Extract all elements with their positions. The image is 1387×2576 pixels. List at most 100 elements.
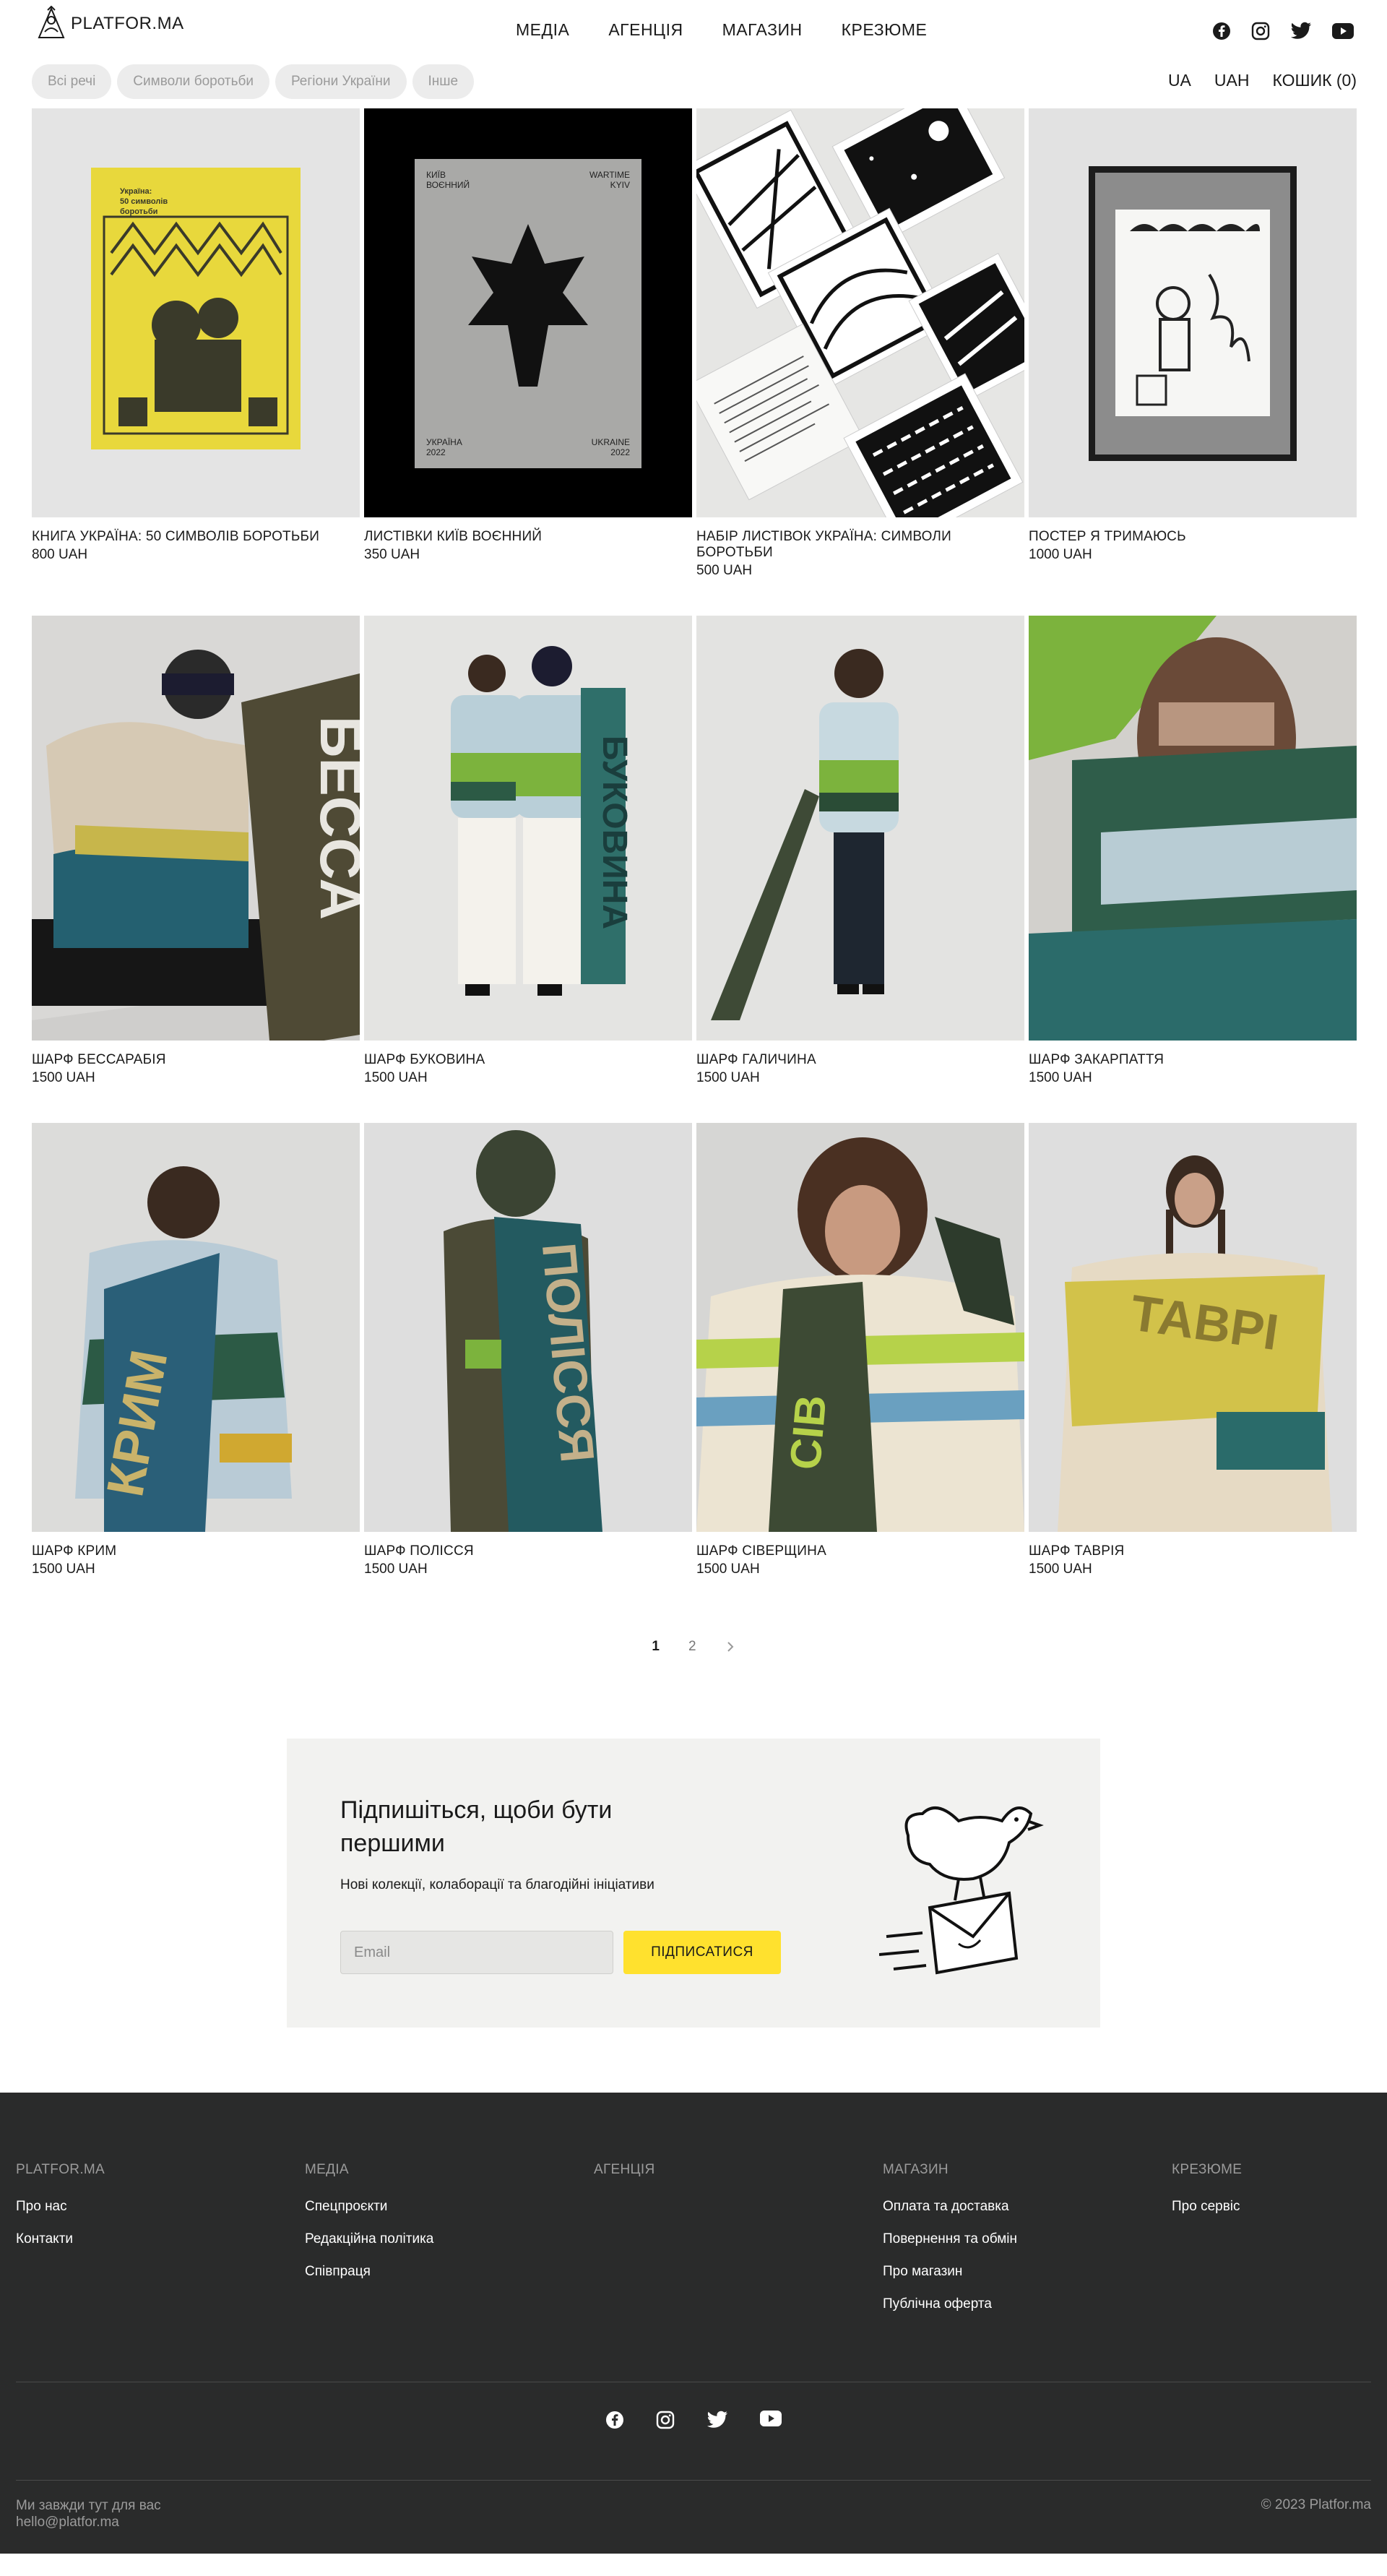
product-image-postcards-kyiv[interactable]: КИЇВ ВОЄННИЙ WARTIME KYIV УКРАЇНА 2022 U… — [364, 108, 692, 517]
nav-item-shop[interactable]: МАГАЗИН — [722, 20, 803, 40]
footer-link-cooperation[interactable]: Співпраця — [305, 2263, 594, 2280]
footer-copyright: © 2023 Platfor.ma — [1261, 2497, 1371, 2512]
product-title[interactable]: ШАРФ ЗАКАРПАТТЯ — [1029, 1052, 1357, 1068]
footer-link-editorial-policy[interactable]: Редакційна політика — [305, 2231, 594, 2247]
subscribe-title: Підпишіться, щоби бути першими — [340, 1796, 613, 1857]
product-card[interactable]: НАБІР ЛИСТІВОК УКРАЇНА: СИМВОЛИ БОРОТЬБИ… — [696, 108, 1024, 580]
scarf-print: СІВ — [781, 1393, 836, 1472]
product-image-scarf-zakarpattia[interactable] — [1029, 616, 1357, 1041]
product-image-postcard-set[interactable] — [696, 108, 1024, 517]
product-row: КРИМ ШАРФ КРИМ 1500 UAH ПОЛІССЯ ШАРФ ПОЛ… — [0, 1123, 1387, 1578]
footer-link-about-shop[interactable]: Про магазин — [883, 2263, 1172, 2280]
chip-symbols[interactable]: Символи боротьби — [117, 64, 269, 99]
logo-text: PLATFOR.MA — [71, 14, 184, 33]
page-1-link[interactable]: 1 — [652, 1639, 660, 1655]
filter-bar: Всі речі Символи боротьби Регіони Україн… — [0, 61, 1387, 100]
product-card[interactable]: СІВ ШАРФ СІВЕРЩИНА 1500 UAH — [696, 1123, 1024, 1578]
footer-column-media: МЕДІА Спецпроєкти Редакційна політика Сп… — [305, 2162, 594, 2328]
product-image-scarf-tavriia[interactable]: ТАВРІ — [1029, 1123, 1357, 1532]
nav-item-krezume[interactable]: КРЕЗЮМЕ — [842, 20, 928, 40]
footer-link-specprojects[interactable]: Спецпроєкти — [305, 2198, 594, 2215]
product-card[interactable]: ПОСТЕР Я ТРИМАЮСЬ 1000 UAH — [1029, 108, 1357, 580]
product-image-book[interactable]: Україна: 50 символів боротьби — [32, 108, 360, 517]
main-nav: МЕДІА АГЕНЦІЯ МАГАЗИН КРЕЗЮМЕ — [516, 20, 927, 40]
svg-text:UKRAINE: UKRAINE — [592, 437, 630, 447]
product-title[interactable]: ШАРФ БЕССАРАБІЯ — [32, 1052, 360, 1068]
instagram-icon[interactable] — [1251, 22, 1270, 40]
svg-text:KYIV: KYIV — [610, 180, 630, 190]
page-2-link[interactable]: 2 — [688, 1639, 696, 1655]
product-card[interactable]: Україна: 50 символів боротьби КНИГА УКРА… — [32, 108, 360, 580]
product-image-scarf-polissia[interactable]: ПОЛІССЯ — [364, 1123, 692, 1532]
product-card[interactable]: БЕССА ШАРФ БЕССАРАБІЯ 1500 UAH — [32, 616, 360, 1087]
youtube-icon[interactable] — [1332, 23, 1354, 39]
product-price: 350 UAH — [364, 547, 420, 562]
footer-heading[interactable]: АГЕНЦІЯ — [594, 2162, 883, 2178]
header-social — [1212, 22, 1354, 40]
currency-switch[interactable]: UAH — [1214, 71, 1250, 90]
svg-text:УКРАЇНА: УКРАЇНА — [426, 437, 462, 447]
product-title[interactable]: ШАРФ ГАЛИЧИНА — [696, 1052, 1024, 1068]
product-card[interactable]: КРИМ ШАРФ КРИМ 1500 UAH — [32, 1123, 360, 1578]
product-title[interactable]: ЛИСТІВКИ КИЇВ ВОЄННИЙ — [364, 529, 692, 545]
product-card[interactable]: ШАРФ ЗАКАРПАТТЯ 1500 UAH — [1029, 616, 1357, 1087]
twitter-icon[interactable] — [1290, 22, 1312, 40]
youtube-icon[interactable] — [760, 2411, 782, 2426]
product-image-scarf-krym[interactable]: КРИМ — [32, 1123, 360, 1532]
language-switch[interactable]: UA — [1168, 71, 1191, 90]
nav-item-agency[interactable]: АГЕНЦІЯ — [608, 20, 683, 40]
product-image-scarf-bessarabia[interactable]: БЕССА — [32, 616, 360, 1041]
footer-divider — [16, 2480, 1371, 2481]
facebook-icon[interactable] — [605, 2411, 624, 2429]
footer-link-about-service[interactable]: Про сервіс — [1172, 2198, 1360, 2215]
footer-link-returns[interactable]: Повернення та обмін — [883, 2231, 1172, 2247]
footer-link-payment-delivery[interactable]: Оплата та доставка — [883, 2198, 1172, 2215]
product-price: 1500 UAH — [1029, 1070, 1092, 1085]
shop-controls: UA UAH КОШИК (0) — [1168, 71, 1357, 90]
email-field[interactable] — [340, 1931, 613, 1974]
twitter-icon[interactable] — [707, 2411, 728, 2429]
product-image-scarf-bukovyna[interactable]: БУКОВИНА — [364, 616, 692, 1041]
product-title[interactable]: ШАРФ СІВЕРЩИНА — [696, 1543, 1024, 1559]
product-title[interactable]: ПОСТЕР Я ТРИМАЮСЬ — [1029, 529, 1357, 545]
product-card[interactable]: ТАВРІ ШАРФ ТАВРІЯ 1500 UAH — [1029, 1123, 1357, 1578]
logo-icon — [38, 6, 65, 38]
logo[interactable]: PLATFOR.MA — [35, 6, 184, 42]
svg-text:ВОЄННИЙ: ВОЄННИЙ — [426, 179, 470, 190]
footer-link-contacts[interactable]: Контакти — [16, 2231, 305, 2247]
subscribe-button[interactable]: ПІДПИСАТИСЯ — [623, 1931, 781, 1974]
product-card[interactable]: ПОЛІССЯ ШАРФ ПОЛІССЯ 1500 UAH — [364, 1123, 692, 1578]
facebook-icon[interactable] — [1212, 22, 1231, 40]
product-price: 1500 UAH — [1029, 1561, 1092, 1577]
footer-columns: PLATFOR.MA Про нас Контакти МЕДІА Спецпр… — [16, 2162, 1360, 2328]
nav-item-media[interactable]: МЕДІА — [516, 20, 569, 40]
footer-column-krezume: КРЕЗЮМЕ Про сервіс — [1172, 2162, 1360, 2328]
chip-regions[interactable]: Регіони України — [275, 64, 407, 99]
product-card[interactable]: ШАРФ ГАЛИЧИНА 1500 UAH — [696, 616, 1024, 1087]
product-title[interactable]: ШАРФ ТАВРІЯ — [1029, 1543, 1357, 1559]
footer-link-public-offer[interactable]: Публічна оферта — [883, 2296, 1172, 2312]
footer-link-about[interactable]: Про нас — [16, 2198, 305, 2215]
product-title[interactable]: ШАРФ КРИМ — [32, 1543, 360, 1559]
product-title[interactable]: ШАРФ БУКОВИНА — [364, 1052, 692, 1068]
product-title[interactable]: КНИГА УКРАЇНА: 50 СИМВОЛІВ БОРОТЬБИ — [32, 529, 360, 545]
product-image-scarf-siverschyna[interactable]: СІВ — [696, 1123, 1024, 1532]
chip-all[interactable]: Всі речі — [32, 64, 112, 99]
product-grid: Україна: 50 символів боротьби КНИГА УКРА… — [0, 108, 1387, 1578]
product-image-poster[interactable] — [1029, 108, 1357, 517]
product-card[interactable]: БУКОВИНА ШАРФ БУКОВИНА 1500 UAH — [364, 616, 692, 1087]
instagram-icon[interactable] — [656, 2411, 675, 2429]
cart-link[interactable]: КОШИК (0) — [1272, 71, 1357, 90]
product-title[interactable]: ШАРФ ПОЛІССЯ — [364, 1543, 692, 1559]
footer-contact: Ми завжди тут для вас hello@platfor.ma — [16, 2497, 161, 2530]
product-row: Україна: 50 символів боротьби КНИГА УКРА… — [0, 108, 1387, 580]
chip-other[interactable]: Інше — [412, 64, 475, 99]
footer-email[interactable]: hello@platfor.ma — [16, 2514, 161, 2530]
chevron-right-icon[interactable] — [725, 1640, 735, 1653]
product-price: 1500 UAH — [364, 1561, 428, 1577]
product-price: 500 UAH — [696, 563, 753, 578]
product-image-scarf-halychyna[interactable] — [696, 616, 1024, 1041]
product-title[interactable]: НАБІР ЛИСТІВОК УКРАЇНА: СИМВОЛИ БОРОТЬБИ — [696, 529, 1024, 561]
site-header: PLATFOR.MA МЕДІА АГЕНЦІЯ МАГАЗИН КРЕЗЮМЕ — [0, 0, 1387, 64]
product-card[interactable]: КИЇВ ВОЄННИЙ WARTIME KYIV УКРАЇНА 2022 U… — [364, 108, 692, 580]
